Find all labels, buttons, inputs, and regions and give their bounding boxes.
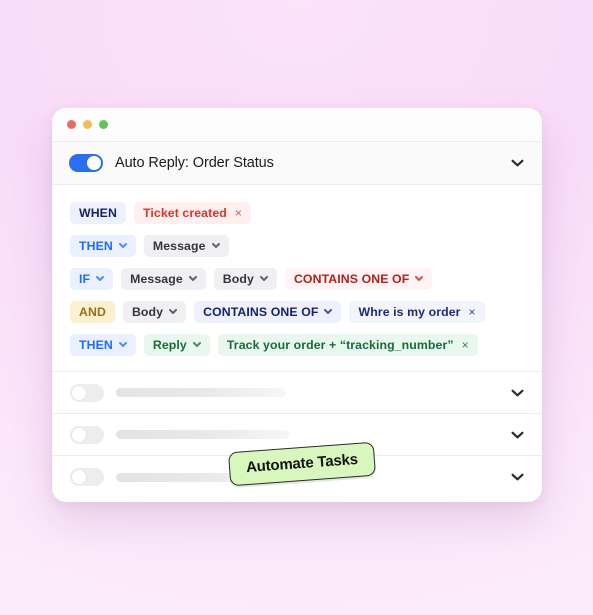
remove-token-icon[interactable]: ×: [469, 305, 476, 319]
chevron-down-icon[interactable]: [118, 342, 127, 347]
rule-token-if-message-body-2[interactable]: Body: [213, 267, 277, 290]
rule-title-placeholder: [116, 430, 290, 439]
rule-token-and-body-contains-0[interactable]: AND: [70, 300, 115, 323]
rule-token-label: THEN: [79, 238, 113, 253]
chevron-down-icon[interactable]: [169, 309, 178, 314]
rule-token-and-body-contains-2[interactable]: CONTAINS ONE OF: [194, 300, 342, 323]
rule-token-then-message-0[interactable]: THEN: [70, 234, 136, 257]
rule-token-if-message-body-3[interactable]: CONTAINS ONE OF: [284, 267, 433, 290]
close-window-button[interactable]: [67, 120, 76, 129]
remove-token-icon[interactable]: ×: [235, 206, 242, 220]
rule-conditions-body: WHEN Ticket created × THEN Message IF Messag…: [52, 185, 542, 372]
chevron-down-icon[interactable]: [211, 243, 220, 248]
chevron-down-icon[interactable]: [511, 159, 524, 167]
rule-token-when-0[interactable]: WHEN: [70, 201, 126, 224]
rule-token-if-message-body-0[interactable]: IF: [70, 267, 114, 290]
rule-line-if-message-body: IF Message Body CONTAINS ONE OF: [52, 262, 542, 295]
rule-token-when-1[interactable]: Ticket created ×: [133, 201, 251, 224]
chevron-down-icon[interactable]: [324, 309, 333, 314]
rule-token-label: Message: [130, 271, 183, 286]
rule-token-label: CONTAINS ONE OF: [293, 271, 410, 286]
rule-line-and-body-contains: AND Body CONTAINS ONE OF Whre is my order ×: [52, 295, 542, 328]
chevron-down-icon[interactable]: [259, 276, 268, 281]
window-titlebar: [52, 108, 542, 142]
rule-token-label: AND: [79, 304, 106, 319]
rule-title-placeholder: [116, 388, 286, 397]
rule-token-label: Reply: [152, 337, 187, 352]
rule-token-label: THEN: [79, 337, 113, 352]
rule-line-then-message: THEN Message: [52, 229, 542, 262]
rule-header-row[interactable]: Auto Reply: Order Status: [52, 142, 542, 185]
rule-token-label: WHEN: [79, 205, 117, 220]
rule-token-then-reply-2[interactable]: Track your order + “tracking_number” ×: [217, 333, 478, 356]
chevron-down-icon[interactable]: [118, 243, 127, 248]
chevron-down-icon[interactable]: [415, 276, 424, 281]
chevron-down-icon[interactable]: [192, 342, 201, 347]
rule-enabled-toggle[interactable]: [70, 468, 104, 486]
rule-enabled-toggle[interactable]: [69, 154, 103, 172]
rule-token-and-body-contains-3[interactable]: Whre is my order ×: [349, 300, 485, 323]
chevron-down-icon[interactable]: [511, 389, 524, 397]
chevron-down-icon[interactable]: [96, 276, 105, 281]
app-window: Auto Reply: Order Status WHEN Ticket crea…: [52, 108, 542, 502]
rule-token-label: Ticket created: [142, 205, 227, 220]
rule-token-label: Whre is my order: [358, 304, 461, 319]
rule-token-label: CONTAINS ONE OF: [203, 304, 319, 319]
chevron-down-icon[interactable]: [511, 431, 524, 439]
rule-line-then-reply: THEN Reply Track your order + “tracking_nu…: [52, 328, 542, 361]
toggle-knob: [72, 427, 86, 442]
rule-token-and-body-contains-1[interactable]: Body: [122, 300, 187, 323]
rule-line-when: WHEN Ticket created ×: [52, 196, 542, 229]
rule-token-label: Body: [131, 304, 164, 319]
chevron-down-icon[interactable]: [511, 473, 524, 481]
toggle-knob: [87, 156, 101, 170]
collapsed-rule-row[interactable]: [52, 372, 542, 414]
minimize-window-button[interactable]: [83, 120, 92, 129]
toggle-knob: [72, 385, 86, 400]
rule-token-label: Message: [152, 238, 206, 253]
rule-token-then-reply-0[interactable]: THEN: [70, 333, 136, 356]
rule-token-label: Body: [222, 271, 254, 286]
toggle-knob: [72, 470, 86, 484]
rule-enabled-toggle[interactable]: [70, 425, 104, 444]
rule-token-label: Track your order + “tracking_number”: [226, 337, 454, 352]
maximize-window-button[interactable]: [99, 120, 108, 129]
remove-token-icon[interactable]: ×: [462, 338, 469, 352]
chevron-down-icon[interactable]: [188, 276, 197, 281]
rule-token-label: IF: [79, 271, 91, 286]
rule-token-if-message-body-1[interactable]: Message: [121, 267, 206, 290]
rule-token-then-reply-1[interactable]: Reply: [143, 333, 210, 356]
rule-token-then-message-1[interactable]: Message: [143, 234, 229, 257]
rule-title: Auto Reply: Order Status: [115, 155, 274, 171]
rule-enabled-toggle[interactable]: [70, 383, 104, 402]
